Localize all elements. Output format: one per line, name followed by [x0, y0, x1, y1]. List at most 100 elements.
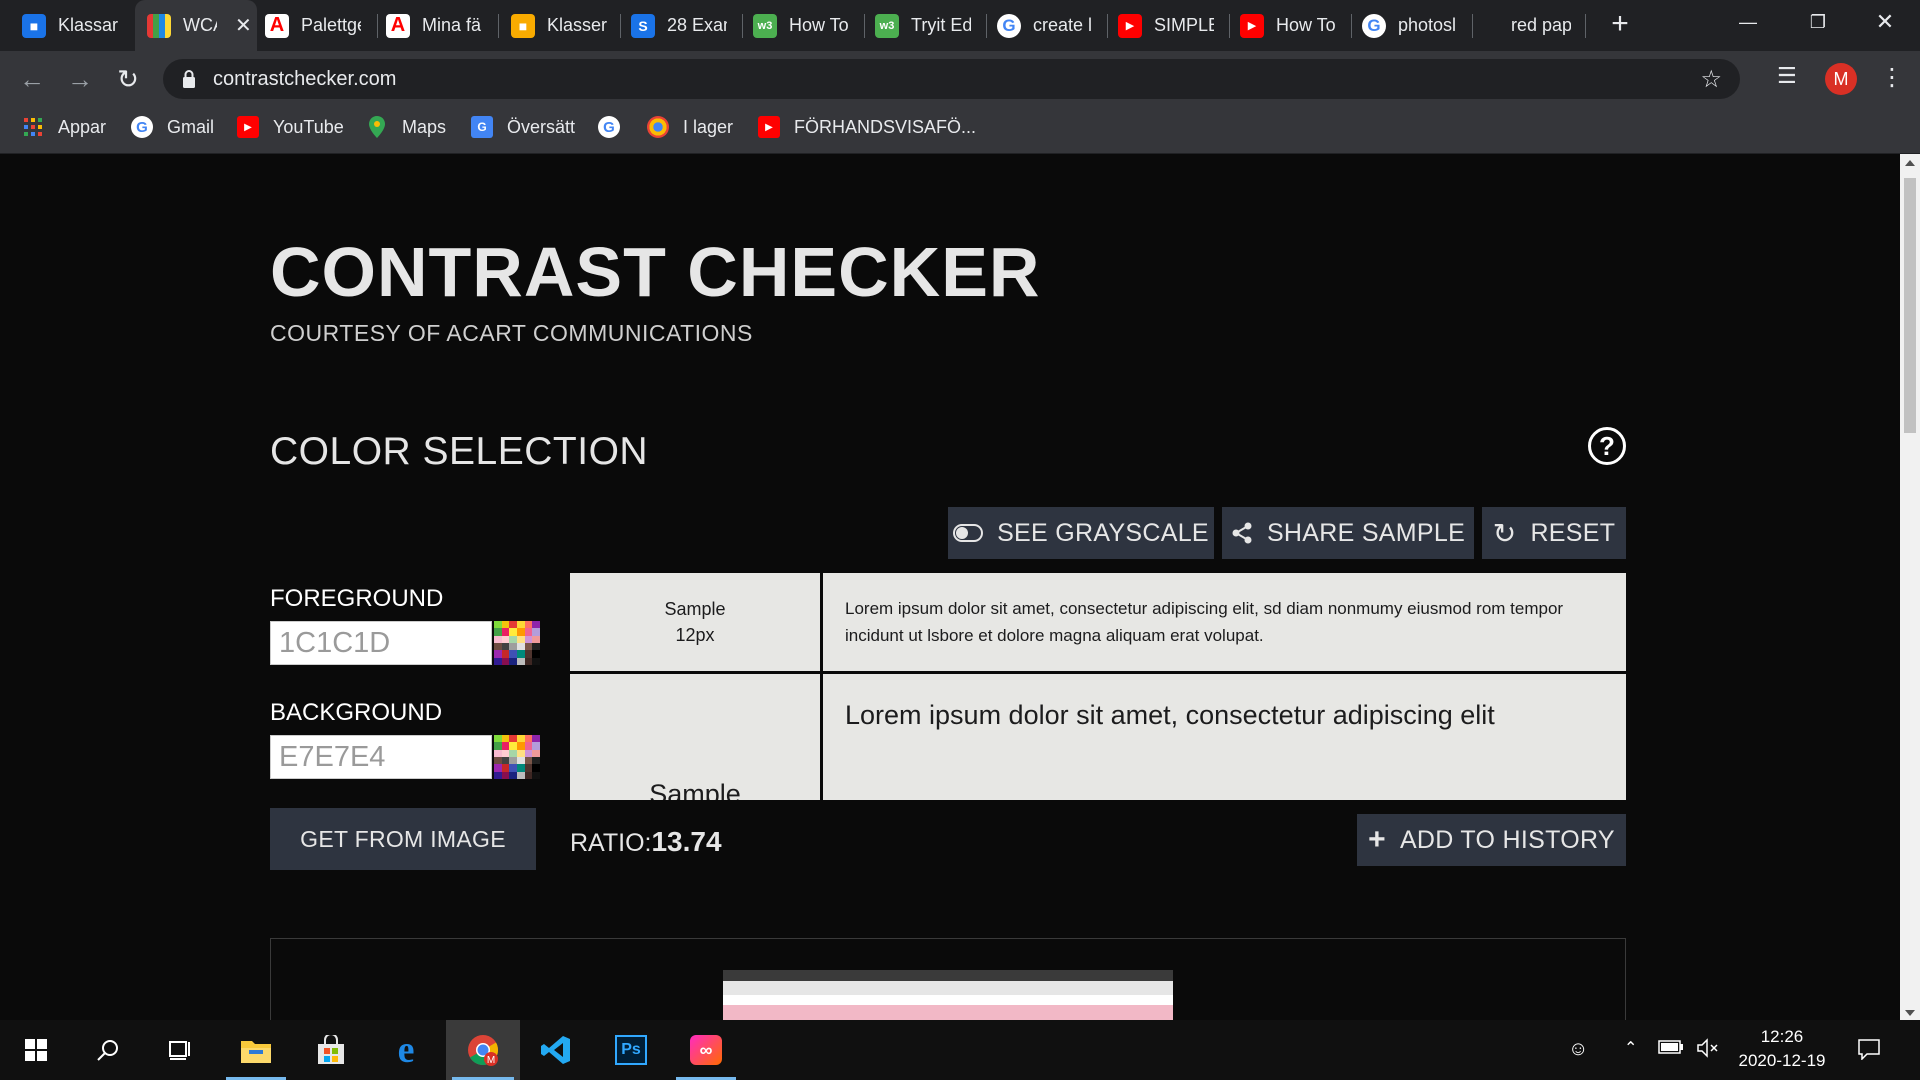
- background-color-picker-icon[interactable]: [494, 735, 540, 779]
- adobe-icon: A: [265, 13, 289, 38]
- tab-create[interactable]: G create l: [987, 0, 1107, 51]
- tab-28-exam[interactable]: S 28 Exam: [621, 0, 742, 51]
- bookmark-label: Gmail: [167, 116, 215, 137]
- bookmark-gmail[interactable]: G Gmail: [131, 116, 214, 138]
- file-explorer-icon[interactable]: [220, 1020, 292, 1080]
- tab-label: photosl: [1398, 15, 1457, 35]
- reset-button[interactable]: ↻ RESET: [1482, 507, 1626, 559]
- tab-mina-fa[interactable]: A Mina fä: [378, 0, 498, 51]
- share-sample-button[interactable]: SHARE SAMPLE: [1222, 507, 1474, 559]
- new-tab-button[interactable]: +: [1604, 8, 1636, 40]
- minimize-button[interactable]: —: [1713, 0, 1783, 44]
- youtube-icon: ▶: [1118, 13, 1142, 38]
- search-icon[interactable]: [72, 1020, 144, 1080]
- google-icon: G: [598, 116, 620, 138]
- scroll-down-icon[interactable]: [1905, 1010, 1915, 1016]
- more-menu-icon[interactable]: ⋮: [1880, 63, 1904, 92]
- add-to-history-button[interactable]: + ADD TO HISTORY: [1357, 814, 1626, 866]
- bookmark-oversatt[interactable]: G Översätt: [471, 116, 575, 138]
- background-hex-input[interactable]: E7E7E4: [270, 735, 492, 779]
- help-icon[interactable]: ?: [1588, 427, 1626, 465]
- edge-icon[interactable]: e: [370, 1020, 442, 1080]
- classroom-icon: ■: [511, 13, 535, 38]
- reset-label: RESET: [1530, 518, 1616, 547]
- s-icon: S: [631, 13, 655, 38]
- volume-muted-icon[interactable]: [1696, 1038, 1720, 1064]
- uploaded-screenshot-preview: [723, 970, 1173, 1020]
- tab-simple[interactable]: ▶ SIMPLE: [1108, 0, 1229, 51]
- close-window-button[interactable]: ✕: [1850, 0, 1920, 44]
- foreground-hex-input[interactable]: 1C1C1D: [270, 621, 492, 665]
- photoshop-icon[interactable]: Ps: [595, 1020, 667, 1080]
- tab-label: Klasser: [547, 15, 607, 35]
- sample-12px-text: Lorem ipsum dolor sit amet, consectetur …: [823, 573, 1626, 671]
- tab-label: create l: [1033, 15, 1093, 35]
- ratio-label: RATIO:: [570, 829, 652, 857]
- plus-icon: +: [1368, 823, 1386, 856]
- bookmark-youtube[interactable]: ▶ YouTube: [237, 116, 344, 138]
- page-subtitle: COURTESY OF ACART COMMUNICATIONS: [270, 320, 753, 346]
- tab-photosl[interactable]: G photosl: [1352, 0, 1472, 51]
- tab-red-pap[interactable]: red pap: [1473, 0, 1585, 51]
- clock-time: 12:26: [1760, 1027, 1804, 1046]
- youtube-icon: ▶: [758, 116, 780, 138]
- tab-klasser[interactable]: ■ Klasser: [499, 0, 620, 51]
- tab-how-to-yt[interactable]: ▶ How To: [1230, 0, 1351, 51]
- tab-klassarb[interactable]: ■ Klassarb: [0, 0, 135, 51]
- apps-grid-icon: [22, 116, 44, 138]
- bookmark-label: Maps: [402, 116, 447, 137]
- restore-button[interactable]: ❐: [1783, 0, 1853, 44]
- see-grayscale-button[interactable]: SEE GRAYSCALE: [948, 507, 1214, 559]
- section-title: COLOR SELECTION: [270, 430, 649, 473]
- bookmark-maps[interactable]: Maps: [366, 116, 446, 138]
- store-icon[interactable]: [295, 1020, 367, 1080]
- refresh-icon: ↻: [1492, 517, 1517, 549]
- people-icon[interactable]: ☺: [1568, 1038, 1588, 1061]
- bookmark-label: I lager: [683, 116, 734, 137]
- close-tab-icon[interactable]: ✕: [235, 13, 252, 38]
- reload-icon[interactable]: ↻: [110, 61, 146, 97]
- task-view-icon[interactable]: [144, 1020, 216, 1080]
- address-bar[interactable]: contrastchecker.com ☆: [163, 59, 1740, 99]
- media-queue-icon[interactable]: ☰: [1777, 63, 1797, 89]
- scroll-up-icon[interactable]: [1905, 160, 1915, 166]
- bookmarks-bar: Appar G Gmail ▶ YouTube Maps G Översätt …: [0, 106, 1920, 154]
- tab-palettge[interactable]: A Palettge: [257, 0, 377, 51]
- contrast-ratio: RATIO:13.74: [570, 826, 722, 858]
- tab-wca[interactable]: WCA ✕: [135, 0, 257, 51]
- tab-tryit-editor[interactable]: w3 Tryit Ed: [865, 0, 986, 51]
- tab-label: WCA: [183, 15, 217, 35]
- foreground-label: FOREGROUND: [270, 585, 444, 612]
- start-icon[interactable]: [0, 1020, 72, 1080]
- sample-label-text: Sample: [664, 599, 726, 619]
- battery-icon[interactable]: [1658, 1038, 1684, 1061]
- forward-arrow-icon[interactable]: →: [62, 61, 98, 97]
- tab-label: red pap: [1511, 15, 1571, 35]
- page-scrollbar[interactable]: [1900, 154, 1920, 1020]
- bookmark-google[interactable]: G: [598, 116, 634, 138]
- chrome-icon[interactable]: M: [446, 1020, 520, 1080]
- google-icon: G: [997, 13, 1021, 38]
- profile-avatar[interactable]: M: [1825, 63, 1857, 95]
- show-hidden-icons-icon[interactable]: ⌃: [1624, 1038, 1637, 1058]
- back-arrow-icon[interactable]: ←: [14, 61, 50, 97]
- clock-date: 2020-12-19: [1738, 1051, 1826, 1070]
- foreground-color-picker-icon[interactable]: [494, 621, 540, 665]
- get-from-image-button[interactable]: GET FROM IMAGE: [270, 808, 536, 870]
- tab-how-to-w3[interactable]: w3 How To: [743, 0, 864, 51]
- bookmark-star-icon[interactable]: ☆: [1700, 65, 1722, 94]
- bookmark-i-lager[interactable]: I lager: [647, 116, 733, 138]
- bookmark-appar[interactable]: Appar: [22, 116, 106, 138]
- notification-center-icon[interactable]: [1857, 1038, 1881, 1066]
- bookmark-forhandsvisa[interactable]: ▶ FÖRHANDSVISAFÖ...: [758, 116, 976, 138]
- bookmark-label: FÖRHANDSVISAFÖ...: [794, 116, 977, 137]
- lock-icon: [183, 70, 195, 88]
- scrollbar-thumb[interactable]: [1904, 178, 1916, 433]
- see-grayscale-label: SEE GRAYSCALE: [997, 518, 1209, 547]
- vscode-icon[interactable]: [520, 1020, 592, 1080]
- share-icon: [1231, 522, 1253, 544]
- creative-cloud-icon[interactable]: ∞: [670, 1020, 742, 1080]
- page-content: CONTRAST CHECKER COURTESY OF ACART COMMU…: [0, 154, 1900, 1020]
- share-sample-label: SHARE SAMPLE: [1266, 518, 1466, 547]
- system-clock[interactable]: 12:26 2020-12-19: [1722, 1025, 1842, 1073]
